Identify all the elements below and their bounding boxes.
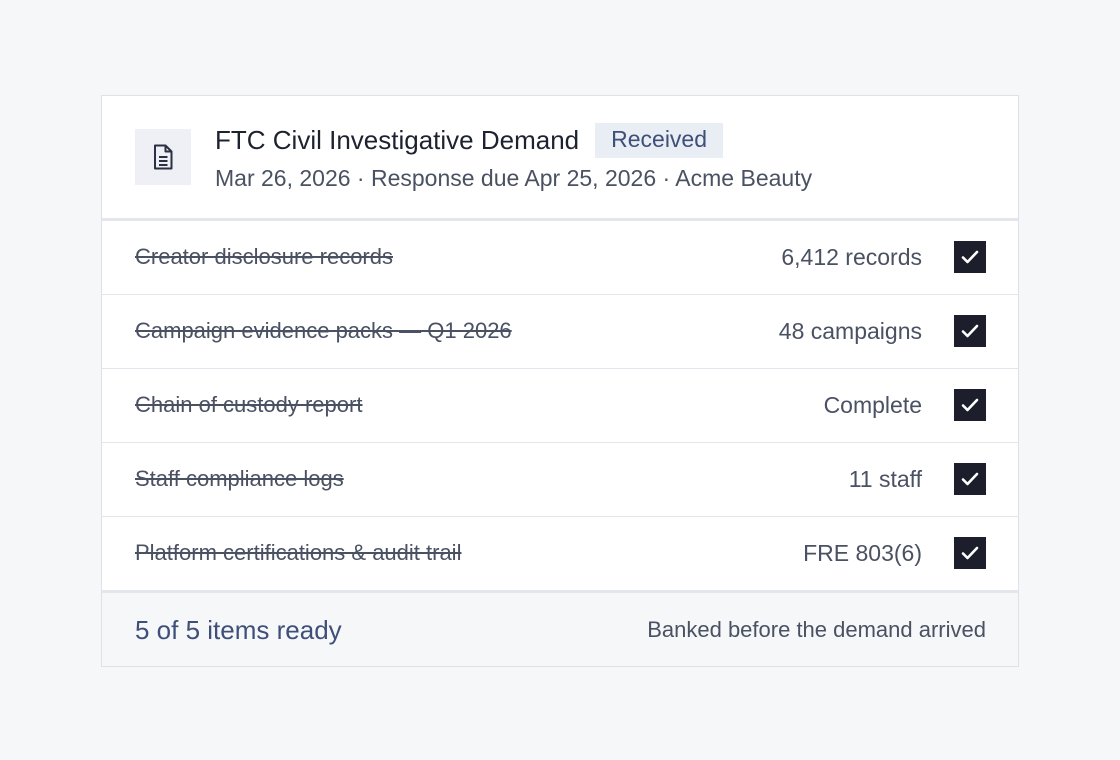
item-value: FRE 803(6) bbox=[803, 540, 922, 566]
card-footer: 5 of 5 items ready Banked before the dem… bbox=[102, 590, 1018, 666]
item-label: Creator disclosure records bbox=[135, 244, 393, 269]
check-icon bbox=[961, 398, 979, 412]
demand-card: FTC Civil Investigative Demand Received … bbox=[101, 95, 1019, 667]
list-item: Chain of custody report Complete bbox=[102, 369, 1018, 443]
demand-subtitle: Mar 26, 2026 · Response due Apr 25, 2026… bbox=[215, 165, 813, 191]
item-label: Platform certifications & audit trail bbox=[135, 540, 462, 565]
check-icon bbox=[961, 324, 979, 338]
item-label: Chain of custody report bbox=[135, 392, 363, 417]
check-icon bbox=[961, 546, 979, 560]
check-icon bbox=[961, 472, 979, 486]
document-icon bbox=[135, 129, 191, 185]
list-item: Platform certifications & audit trail FR… bbox=[102, 517, 1018, 591]
page-title: FTC Civil Investigative Demand bbox=[215, 125, 580, 155]
title-row: FTC Civil Investigative Demand Received bbox=[215, 123, 724, 158]
check-icon bbox=[961, 250, 979, 264]
checkbox[interactable] bbox=[954, 241, 986, 273]
item-value: Complete bbox=[823, 392, 922, 418]
checkbox[interactable] bbox=[954, 389, 986, 421]
item-label: Staff compliance logs bbox=[135, 466, 344, 491]
checkbox[interactable] bbox=[954, 463, 986, 495]
footer-note: Banked before the demand arrived bbox=[647, 617, 986, 642]
list-item: Creator disclosure records 6,412 records bbox=[102, 221, 1018, 295]
demand-header: FTC Civil Investigative Demand Received … bbox=[102, 96, 1018, 221]
list-item: Campaign evidence packs — Q1 2026 48 cam… bbox=[102, 295, 1018, 369]
ready-summary: 5 of 5 items ready bbox=[135, 615, 342, 645]
item-value: 11 staff bbox=[848, 466, 922, 492]
item-value: 48 campaigns bbox=[778, 318, 922, 344]
checkbox[interactable] bbox=[954, 315, 986, 347]
checkbox[interactable] bbox=[954, 537, 986, 569]
item-label: Campaign evidence packs — Q1 2026 bbox=[135, 318, 512, 343]
item-value: 6,412 records bbox=[781, 244, 922, 270]
status-badge: Received bbox=[595, 123, 724, 158]
list-item: Staff compliance logs 11 staff bbox=[102, 443, 1018, 517]
